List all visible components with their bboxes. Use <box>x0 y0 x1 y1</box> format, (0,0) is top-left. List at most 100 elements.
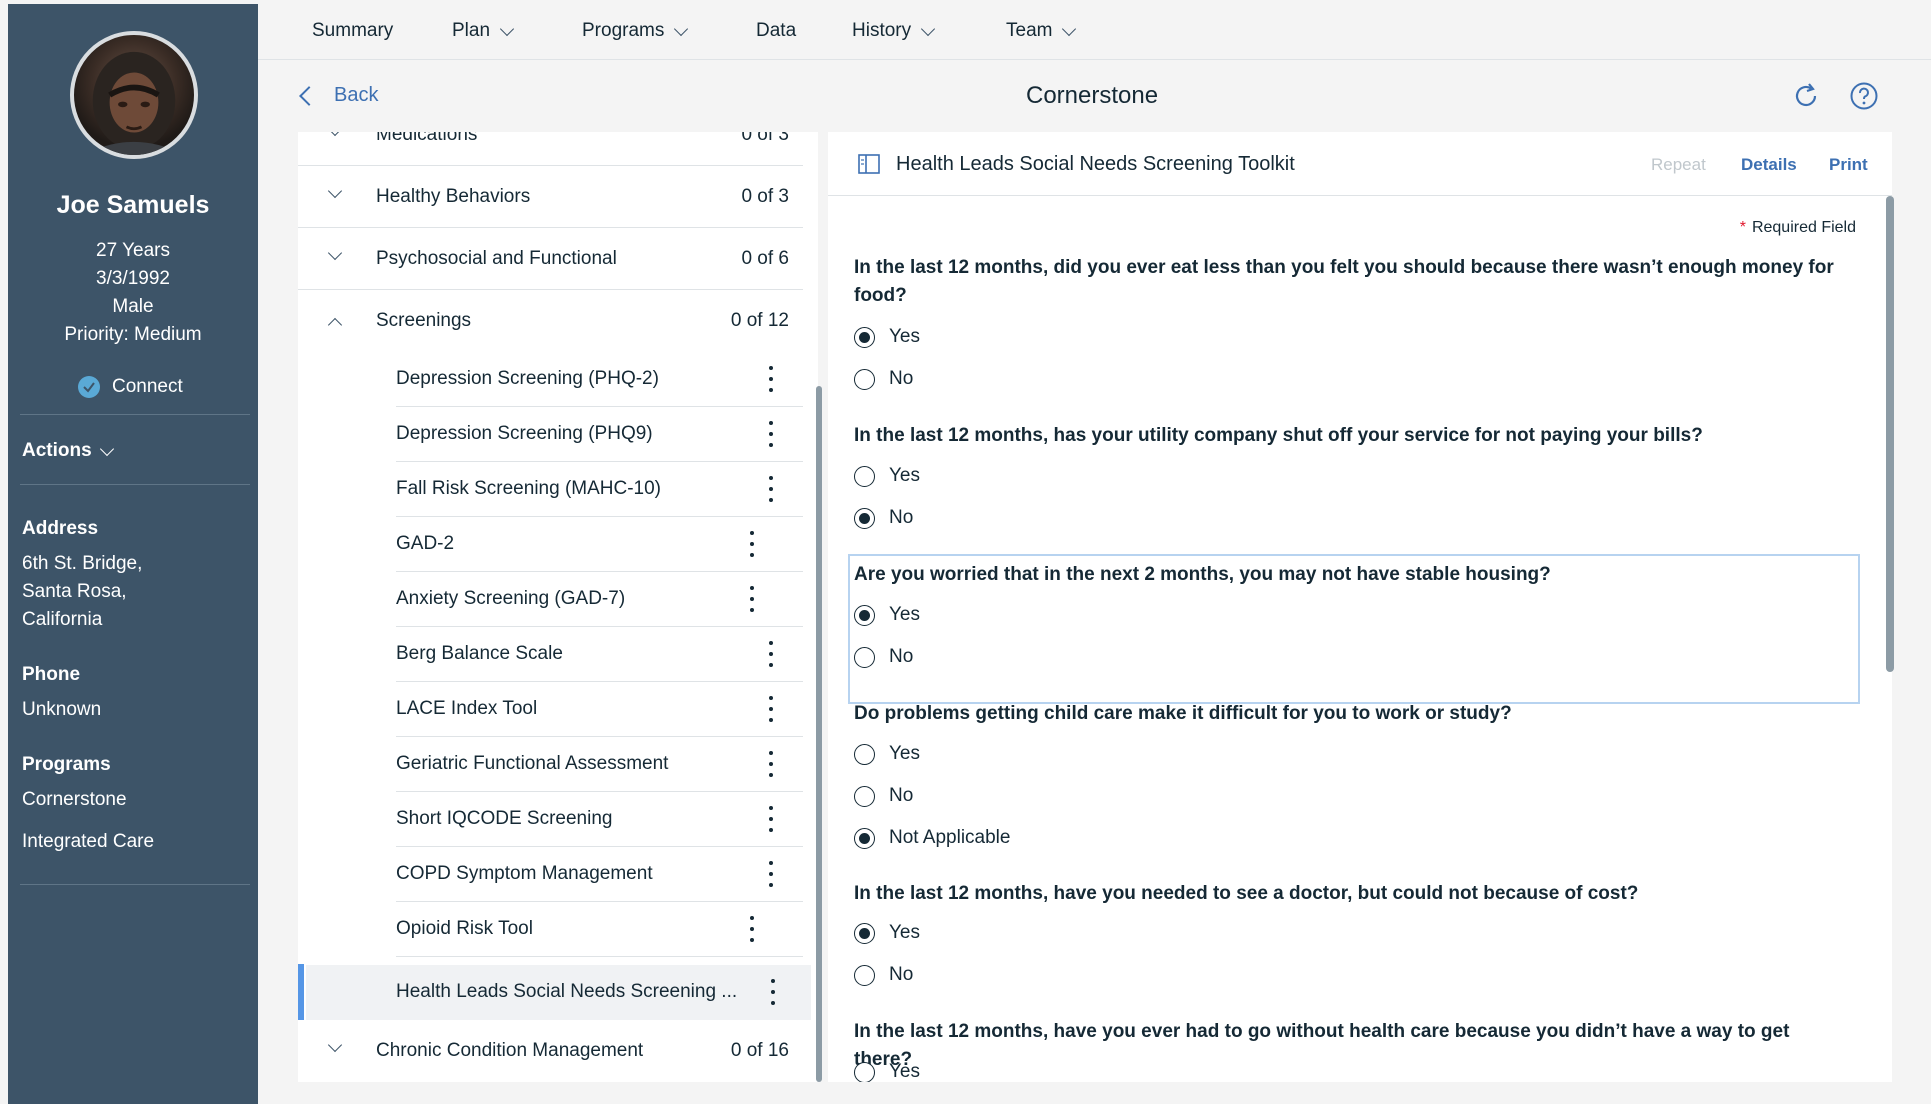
option-label: Yes <box>889 1061 920 1082</box>
details-button[interactable]: Details <box>1741 155 1797 175</box>
nav-plan[interactable]: Plan <box>452 20 515 42</box>
screening-item-gad2[interactable]: GAD-2 <box>396 517 803 572</box>
sidebar-divider <box>20 414 250 415</box>
radio-button[interactable] <box>854 465 875 487</box>
overflow-menu-icon[interactable] <box>749 586 755 612</box>
overflow-menu-icon[interactable] <box>749 916 755 942</box>
chevron-left-icon <box>299 85 319 106</box>
radio-button[interactable] <box>854 964 875 986</box>
screening-item-health-leads[interactable]: Health Leads Social Needs Screening ... <box>306 965 811 1020</box>
overflow-menu-icon[interactable] <box>770 979 776 1005</box>
screening-item-iqcode[interactable]: Short IQCODE Screening <box>396 792 803 847</box>
overflow-menu-icon[interactable] <box>768 751 774 777</box>
screening-item-gad7[interactable]: Anxiety Screening (GAD-7) <box>396 572 803 627</box>
q4-option-no[interactable]: No <box>854 785 913 807</box>
screening-item-copd[interactable]: COPD Symptom Management <box>396 847 803 902</box>
screening-item-phq2[interactable]: Depression Screening (PHQ-2) <box>396 352 803 407</box>
screening-label: GAD-2 <box>396 533 455 554</box>
q1-option-yes[interactable]: Yes <box>854 326 920 348</box>
category-psychosocial[interactable]: Psychosocial and Functional 0 of 6 <box>298 228 803 290</box>
screening-label: Opioid Risk Tool <box>396 918 533 939</box>
radio-button[interactable] <box>854 743 875 765</box>
program-link-integrated-care[interactable]: Integrated Care <box>22 828 154 856</box>
category-healthy-behaviors[interactable]: Healthy Behaviors 0 of 3 <box>298 166 803 228</box>
nav-team[interactable]: Team <box>1006 20 1077 42</box>
help-icon[interactable] <box>1849 81 1879 111</box>
patient-gender: Male <box>112 296 154 317</box>
radio-button[interactable] <box>854 922 875 944</box>
list-scrollbar[interactable] <box>816 386 822 1082</box>
actions-dropdown[interactable]: Actions <box>22 440 114 462</box>
q5-option-no[interactable]: No <box>854 964 913 986</box>
category-screenings[interactable]: Screenings 0 of 12 <box>298 290 803 352</box>
q3-option-yes[interactable]: Yes <box>854 604 920 626</box>
screening-item-geriatric[interactable]: Geriatric Functional Assessment <box>396 737 803 792</box>
refresh-icon[interactable] <box>1791 81 1821 111</box>
category-label: Screenings <box>376 310 472 331</box>
radio-button[interactable] <box>854 368 875 390</box>
repeat-button[interactable]: Repeat <box>1651 155 1706 175</box>
overflow-menu-icon[interactable] <box>768 421 774 447</box>
radio-button[interactable] <box>854 1061 875 1082</box>
chevron-up-icon <box>327 317 343 333</box>
screening-item-opioid[interactable]: Opioid Risk Tool <box>396 902 803 957</box>
connect-label: Connect <box>112 376 183 397</box>
overflow-menu-icon[interactable] <box>768 476 774 502</box>
overflow-menu-icon[interactable] <box>768 641 774 667</box>
category-label: Healthy Behaviors <box>376 185 531 207</box>
option-label: Yes <box>889 465 920 486</box>
radio-button[interactable] <box>854 507 875 529</box>
form-header: Health Leads Social Needs Screening Tool… <box>828 132 1892 196</box>
radio-button[interactable] <box>854 785 875 807</box>
required-label: Required Field <box>1751 219 1856 236</box>
phone-label: Phone <box>22 664 81 685</box>
category-count: 0 of 3 <box>741 185 789 207</box>
overflow-menu-icon[interactable] <box>749 531 755 557</box>
nav-summary[interactable]: Summary <box>312 20 393 42</box>
category-chronic-condition[interactable]: Chronic Condition Management 0 of 16 <box>298 1020 803 1082</box>
q1-option-no[interactable]: No <box>854 368 913 390</box>
q3-option-no[interactable]: No <box>854 646 913 668</box>
top-navigation: Summary Plan Programs Data History Team <box>258 4 1931 60</box>
category-medications[interactable]: Medications 0 of 3 <box>298 132 803 166</box>
option-label: No <box>889 964 914 985</box>
screening-item-mahc10[interactable]: Fall Risk Screening (MAHC-10) <box>396 462 803 517</box>
connect-button[interactable]: Connect <box>78 376 183 398</box>
radio-button[interactable] <box>854 604 875 626</box>
nav-data[interactable]: Data <box>756 20 796 42</box>
nav-history[interactable]: History <box>852 20 936 42</box>
form-title: Health Leads Social Needs Screening Tool… <box>896 153 1295 175</box>
print-button[interactable]: Print <box>1829 155 1868 175</box>
category-count: 0 of 3 <box>741 132 789 145</box>
screening-label: Berg Balance Scale <box>396 643 563 664</box>
q6-option-yes[interactable]: Yes <box>854 1061 920 1082</box>
q4-option-yes[interactable]: Yes <box>854 743 920 765</box>
sidebar-panel-icon[interactable] <box>858 154 880 174</box>
screening-label: Depression Screening (PHQ-2) <box>396 368 659 389</box>
screening-item-lace[interactable]: LACE Index Tool <box>396 682 803 737</box>
screening-item-berg[interactable]: Berg Balance Scale <box>396 627 803 682</box>
q2-option-yes[interactable]: Yes <box>854 465 920 487</box>
category-label: Psychosocial and Functional <box>376 247 617 269</box>
option-label: Yes <box>889 326 920 347</box>
back-button[interactable]: Back <box>299 84 378 107</box>
overflow-menu-icon[interactable] <box>768 806 774 832</box>
form-scrollbar[interactable] <box>1886 196 1894 672</box>
q4-option-not-applicable[interactable]: Not Applicable <box>854 827 1010 849</box>
screening-item-phq9[interactable]: Depression Screening (PHQ9) <box>396 407 803 462</box>
chevron-down-icon <box>499 21 515 36</box>
overflow-menu-icon[interactable] <box>768 366 774 392</box>
category-count: 0 of 6 <box>741 247 789 269</box>
patient-priority: Priority: Medium <box>64 324 202 345</box>
chevron-down-icon <box>1062 21 1077 36</box>
overflow-menu-icon[interactable] <box>768 696 774 722</box>
q2-option-no[interactable]: No <box>854 507 913 529</box>
radio-button[interactable] <box>854 646 875 668</box>
radio-button[interactable] <box>854 326 875 348</box>
q5-option-yes[interactable]: Yes <box>854 922 920 944</box>
radio-button[interactable] <box>854 827 875 849</box>
nav-label: History <box>852 20 912 41</box>
program-link-cornerstone[interactable]: Cornerstone <box>22 786 127 814</box>
overflow-menu-icon[interactable] <box>768 861 774 887</box>
nav-programs[interactable]: Programs <box>582 20 689 42</box>
